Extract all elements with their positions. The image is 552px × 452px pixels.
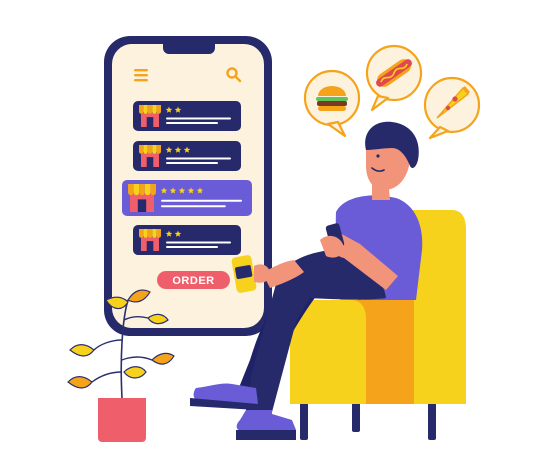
- sneaker-back: [190, 383, 258, 410]
- thought-bubble-hotdog: [365, 44, 423, 112]
- storefront-icon: [139, 229, 161, 251]
- card-text-line: [166, 162, 218, 164]
- restaurant-card[interactable]: [122, 180, 252, 216]
- restaurant-card[interactable]: [133, 101, 241, 131]
- phone-notch: [163, 44, 215, 54]
- card-text-line: [166, 157, 231, 160]
- restaurant-card[interactable]: [133, 141, 241, 171]
- card-text-line: [166, 241, 231, 244]
- card-text-line: [166, 122, 218, 124]
- card-text-line: [161, 199, 242, 202]
- thought-bubble-burger: [303, 69, 361, 138]
- hamburger-menu-icon[interactable]: [134, 69, 148, 82]
- food-delivery-illustration: ORDER: [67, 36, 481, 442]
- order-button-label: ORDER: [172, 275, 214, 287]
- card-text-line: [166, 117, 231, 120]
- storefront-icon: [139, 145, 161, 167]
- restaurant-card[interactable]: [133, 225, 241, 255]
- thought-bubble-pizza: [423, 76, 481, 140]
- storefront-icon: [139, 105, 161, 127]
- card-text-line: [161, 205, 226, 208]
- storefront-icon: [128, 184, 156, 212]
- card-text-line: [166, 246, 218, 248]
- plant-pot: [98, 398, 146, 442]
- order-button[interactable]: ORDER: [157, 271, 230, 289]
- sneaker-front: [236, 410, 296, 440]
